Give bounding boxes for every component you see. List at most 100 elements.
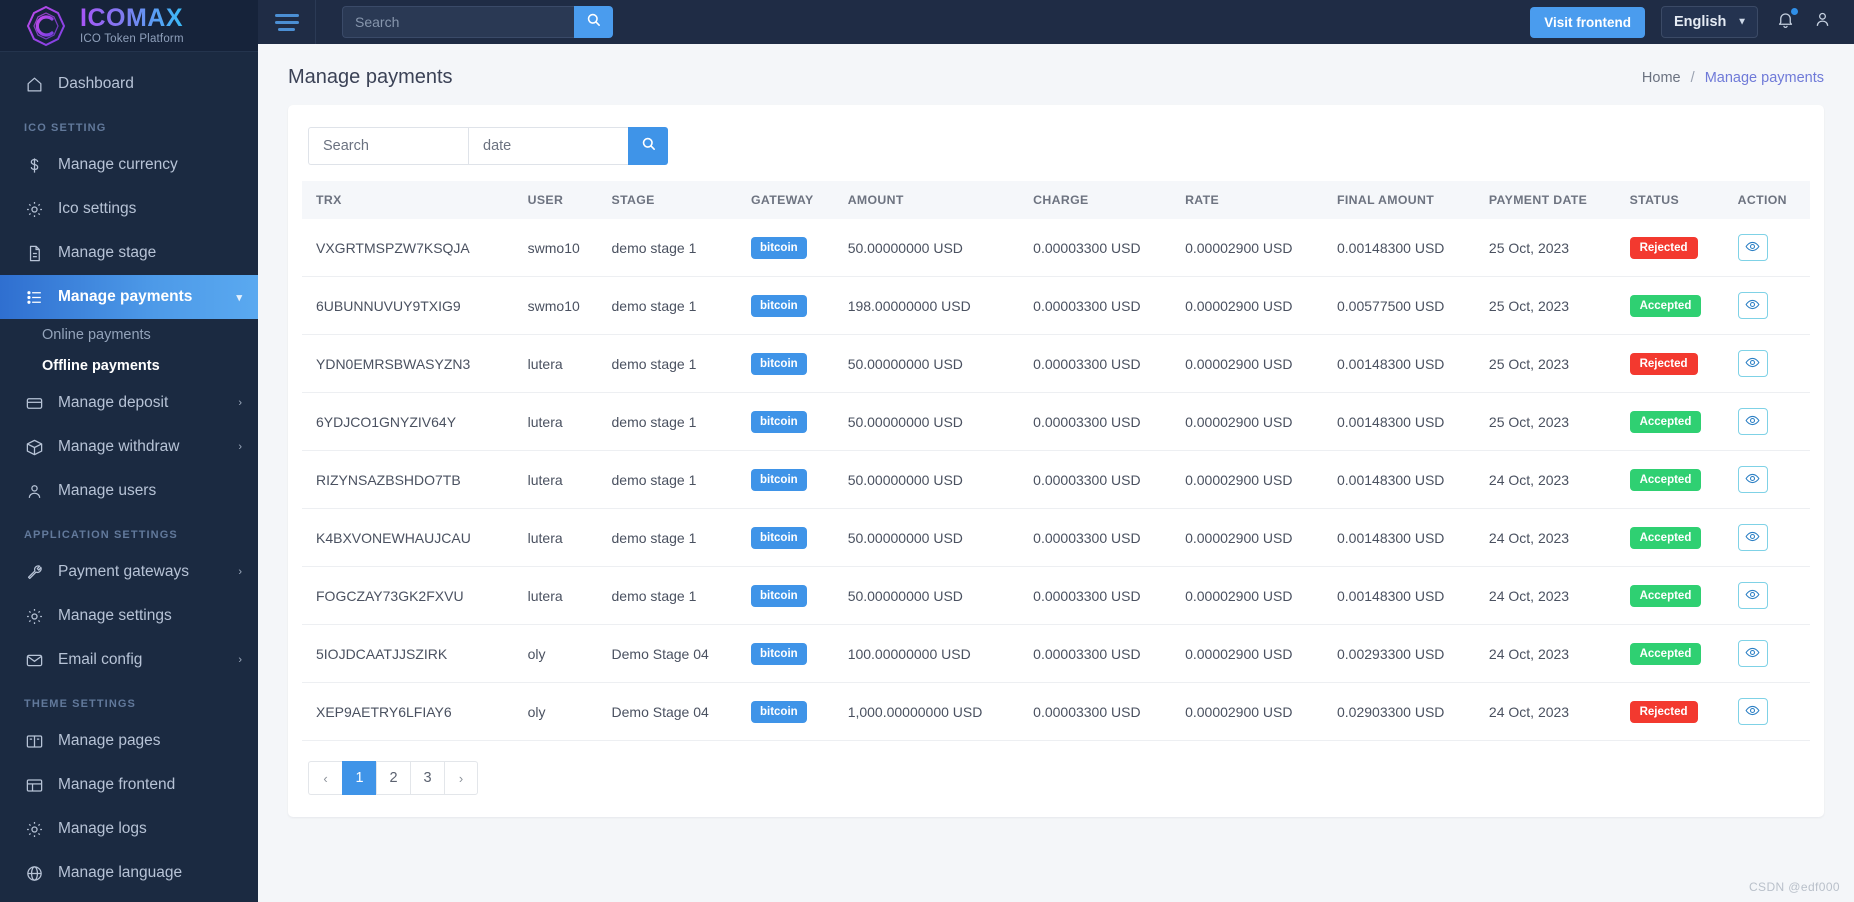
- view-button[interactable]: [1738, 292, 1768, 319]
- view-button[interactable]: [1738, 234, 1768, 261]
- cell-action: [1730, 509, 1810, 567]
- box-icon: [24, 437, 44, 457]
- breadcrumb-separator: /: [1691, 70, 1695, 86]
- cell-status: Accepted: [1622, 451, 1730, 509]
- gateway-badge: bitcoin: [751, 295, 807, 317]
- sidebar-item-manage-withdraw[interactable]: Manage withdraw ›: [0, 425, 258, 469]
- cell-action: [1730, 335, 1810, 393]
- profile-button[interactable]: [1813, 10, 1832, 34]
- cell-user: oly: [520, 683, 604, 741]
- cell-rate: 0.00002900 USD: [1177, 625, 1329, 683]
- status-badge: Accepted: [1630, 295, 1702, 317]
- gear-icon: [24, 606, 44, 626]
- notification-button[interactable]: [1774, 8, 1797, 36]
- cell-payment-date: 24 Oct, 2023: [1481, 625, 1622, 683]
- view-button[interactable]: [1738, 582, 1768, 609]
- sidebar-submenu: Online paymentsOffline payments: [0, 319, 258, 381]
- cell-final-amount: 0.00148300 USD: [1329, 509, 1481, 567]
- filter-search-button[interactable]: [628, 127, 668, 165]
- cell-payment-date: 25 Oct, 2023: [1481, 335, 1622, 393]
- cell-user: swmo10: [520, 219, 604, 277]
- sidebar-item-label: Manage users: [58, 482, 156, 500]
- chevron-right-icon: ›: [238, 397, 242, 409]
- brand-logo[interactable]: ICOMAX ICO Token Platform: [0, 0, 258, 52]
- cell-gateway: bitcoin: [743, 683, 840, 741]
- sidebar-item-manage-logs[interactable]: Manage logs: [0, 807, 258, 851]
- pagination-page-2[interactable]: 2: [376, 761, 410, 795]
- sidebar-section-title: APPLICATION SETTINGS: [0, 513, 258, 550]
- view-button[interactable]: [1738, 350, 1768, 377]
- cell-payment-date: 25 Oct, 2023: [1481, 393, 1622, 451]
- filter-search-input[interactable]: [308, 127, 468, 165]
- sidebar-item-manage-payments[interactable]: Manage payments▾: [0, 275, 258, 319]
- sidebar-subitem-online-payments[interactable]: Online payments: [0, 319, 258, 350]
- cell-rate: 0.00002900 USD: [1177, 567, 1329, 625]
- sidebar-item-manage-deposit[interactable]: Manage deposit›: [0, 381, 258, 425]
- cell-final-amount: 0.00148300 USD: [1329, 393, 1481, 451]
- visit-frontend-button[interactable]: Visit frontend: [1530, 7, 1645, 38]
- cell-amount: 50.00000000 USD: [840, 451, 1025, 509]
- cell-amount: 50.00000000 USD: [840, 567, 1025, 625]
- cell-status: Accepted: [1622, 509, 1730, 567]
- pagination-prev[interactable]: ‹: [308, 761, 342, 795]
- filter-date-input[interactable]: [468, 127, 628, 165]
- table-header: TRXUSERSTAGEGATEWAYAMOUNTCHARGERATEFINAL…: [302, 181, 1810, 219]
- sidebar-item-manage-currency[interactable]: Manage currency: [0, 143, 258, 187]
- search-input[interactable]: [342, 6, 574, 38]
- cell-rate: 0.00002900 USD: [1177, 393, 1329, 451]
- watermark: CSDN @edf000: [1749, 880, 1840, 894]
- sidebar-item-ico-settings[interactable]: Ico settings: [0, 187, 258, 231]
- view-button[interactable]: [1738, 698, 1768, 725]
- cell-trx: 6UBUNNUVUY9TXIG9: [302, 277, 520, 335]
- cell-charge: 0.00003300 USD: [1025, 509, 1177, 567]
- sidebar-item-label: Manage withdraw: [58, 438, 179, 456]
- cell-gateway: bitcoin: [743, 393, 840, 451]
- view-button[interactable]: [1738, 524, 1768, 551]
- view-button[interactable]: [1738, 408, 1768, 435]
- pagination-page-3[interactable]: 3: [410, 761, 444, 795]
- sidebar-item-email-config[interactable]: Email config›: [0, 638, 258, 682]
- breadcrumb: Home / Manage payments: [1642, 70, 1824, 86]
- eye-icon: [1745, 239, 1760, 257]
- cell-trx: 5IOJDCAATJJSZIRK: [302, 625, 520, 683]
- breadcrumb-home[interactable]: Home: [1642, 70, 1681, 86]
- sidebar-item-manage-pages[interactable]: Manage pages: [0, 719, 258, 763]
- view-button[interactable]: [1738, 466, 1768, 493]
- chevron-right-icon: ›: [238, 441, 242, 453]
- cell-payment-date: 24 Oct, 2023: [1481, 567, 1622, 625]
- column-header: ACTION: [1730, 181, 1810, 219]
- language-select[interactable]: English: [1661, 6, 1758, 38]
- sidebar-item-payment-gateways[interactable]: Payment gateways›: [0, 550, 258, 594]
- eye-icon: [1745, 703, 1760, 721]
- sidebar-item-manage-language[interactable]: Manage language: [0, 851, 258, 895]
- table-header-row: TRXUSERSTAGEGATEWAYAMOUNTCHARGERATEFINAL…: [302, 181, 1810, 219]
- sidebar-item-manage-settings[interactable]: Manage settings: [0, 594, 258, 638]
- pagination-page-1[interactable]: 1: [342, 761, 376, 795]
- view-button[interactable]: [1738, 640, 1768, 667]
- cell-stage: Demo Stage 04: [604, 625, 743, 683]
- table-row: FOGCZAY73GK2FXVUluterademo stage 1bitcoi…: [302, 567, 1810, 625]
- cell-action: [1730, 277, 1810, 335]
- gateway-badge: bitcoin: [751, 353, 807, 375]
- hamburger-icon[interactable]: [258, 0, 316, 44]
- cell-user: lutera: [520, 393, 604, 451]
- sidebar-section-title: THEME SETTINGS: [0, 682, 258, 719]
- sidebar-item-label: Manage payments: [58, 288, 192, 306]
- sidebar-subitem-offline-payments[interactable]: Offline payments: [0, 350, 258, 381]
- cell-rate: 0.00002900 USD: [1177, 335, 1329, 393]
- cell-gateway: bitcoin: [743, 219, 840, 277]
- sidebar-item-manage-users[interactable]: Manage users: [0, 469, 258, 513]
- cell-trx: FOGCZAY73GK2FXVU: [302, 567, 520, 625]
- language-selector[interactable]: English ▼: [1661, 6, 1758, 38]
- eye-icon: [1745, 355, 1760, 373]
- sidebar-item-manage-stage[interactable]: Manage stage: [0, 231, 258, 275]
- sidebar: ICOMAX ICO Token Platform Dashboard ICO …: [0, 0, 258, 902]
- cell-status: Rejected: [1622, 219, 1730, 277]
- brand-title: ICOMAX: [80, 6, 184, 31]
- pagination-next[interactable]: ›: [444, 761, 478, 795]
- sidebar-item-label: Manage frontend: [58, 776, 175, 794]
- sidebar-item-manage-frontend[interactable]: Manage frontend: [0, 763, 258, 807]
- cell-gateway: bitcoin: [743, 625, 840, 683]
- sidebar-item-dashboard[interactable]: Dashboard: [0, 62, 258, 106]
- search-button[interactable]: [574, 6, 613, 38]
